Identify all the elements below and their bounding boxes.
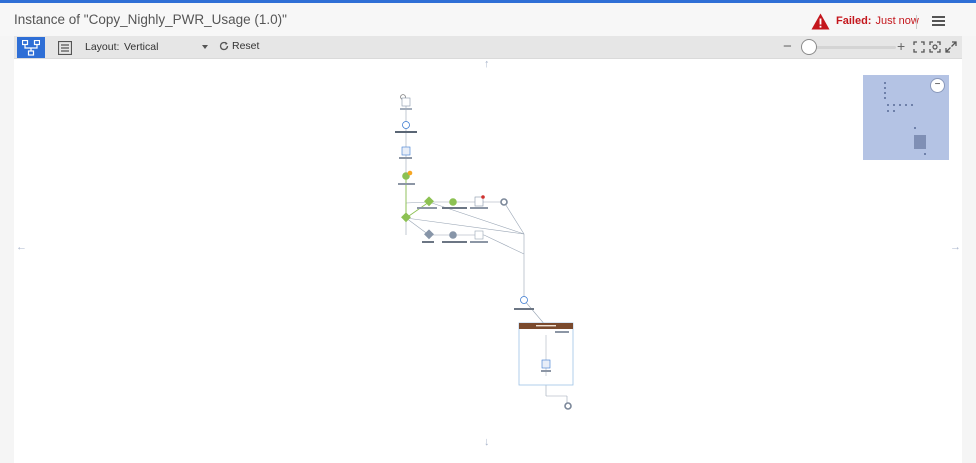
minimap-dot [914, 127, 916, 129]
status-label: Failed: [836, 15, 872, 27]
minimap-dot [884, 82, 886, 84]
overview-minimap[interactable]: − [863, 75, 949, 160]
minimap-dot [893, 104, 895, 106]
flow-node[interactable] [395, 121, 417, 134]
actions-menu-icon[interactable] [932, 16, 945, 28]
diagram-canvas[interactable]: Layout: Vertical Reset − + ↑ ↓ ← → − [14, 36, 962, 463]
minimap-dot [884, 97, 886, 99]
minimap-dot [884, 87, 886, 89]
warning-icon [811, 13, 830, 29]
minimap-dot [887, 110, 889, 112]
minimap-dot [893, 110, 895, 112]
flow-node[interactable] [422, 229, 488, 243]
collapse-minimap-button[interactable]: − [930, 78, 945, 93]
minimap-dot [905, 104, 907, 106]
minimap-dot [911, 104, 913, 106]
minimap-dot [899, 104, 901, 106]
minimap-dot [924, 153, 926, 155]
page-header: Instance of "Copy_Nighly_PWR_Usage (1.0)… [0, 3, 976, 36]
flow-node[interactable] [518, 322, 574, 386]
integration-flow-diagram[interactable] [14, 36, 962, 463]
status-indicator[interactable]: Failed: Just now [811, 12, 919, 30]
status-time: Just now [875, 15, 919, 27]
flow-node[interactable] [398, 170, 415, 185]
flow-node[interactable] [399, 146, 412, 159]
page-title: Instance of "Copy_Nighly_PWR_Usage (1.0)… [14, 12, 287, 27]
minimap-dot [884, 92, 886, 94]
minimap-viewport[interactable] [914, 135, 926, 149]
header-divider [916, 15, 917, 29]
flow-node[interactable] [564, 402, 572, 410]
minimap-dot [887, 104, 889, 106]
